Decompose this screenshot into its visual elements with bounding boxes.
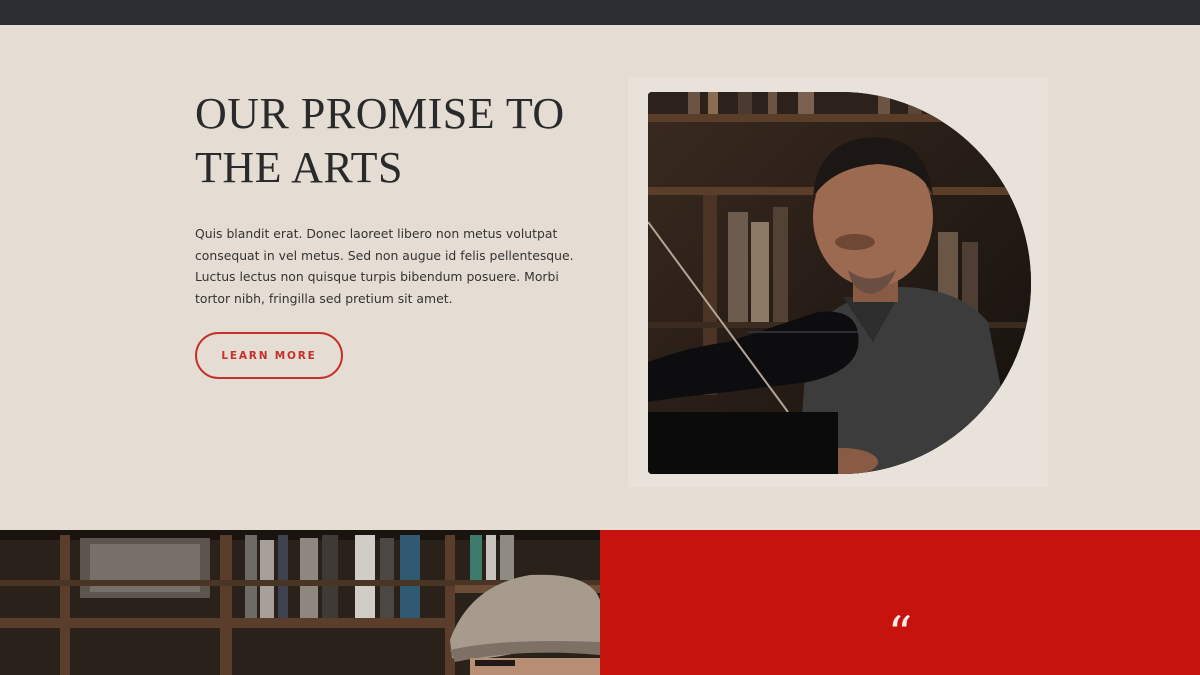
violinist-photo — [648, 92, 1031, 474]
testimonial-panel: “ — [600, 530, 1200, 675]
learn-more-button[interactable]: LEARN MORE — [195, 332, 343, 379]
section-body-text: Quis blandit erat. Donec laoreet libero … — [195, 226, 574, 307]
quote-icon: “ — [887, 606, 913, 662]
reader-photo — [0, 530, 600, 675]
section-heading: OUR PROMISE TO THE ARTS — [195, 89, 565, 192]
promise-section: OUR PROMISE TO THE ARTS Quis blandit era… — [0, 25, 1200, 530]
top-bar — [0, 0, 1200, 25]
hero-image-frame — [628, 77, 1048, 487]
